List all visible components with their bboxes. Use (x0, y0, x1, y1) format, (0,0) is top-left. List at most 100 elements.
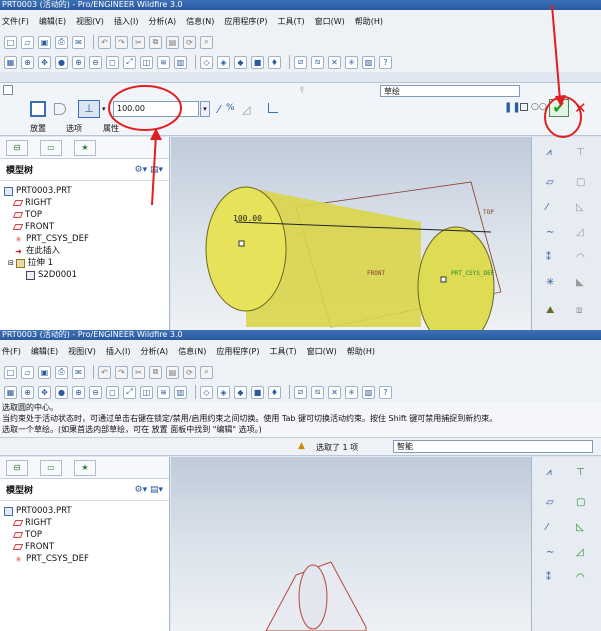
view-toolbar: ▦ ⊕ ✥ ● ⊕ ⊖ ◻ ⤢ ◫ ≋ ▥ ◇ ◈ ◆ ■ ♦ ⧄ ⧅ ✕ ✳ … (0, 382, 601, 402)
sketch-circle (298, 564, 328, 630)
repaint-icon[interactable]: ▦ (4, 385, 17, 399)
annotation-arrow-accept (551, 4, 561, 101)
saved-views-icon[interactable]: ◫ (140, 385, 153, 399)
csys-display-icon[interactable]: ✳ (345, 385, 358, 399)
save-icon[interactable]: ▣ (38, 365, 51, 379)
hidden-line-icon[interactable]: ◈ (217, 385, 230, 399)
undo-icon[interactable]: ↶ (98, 365, 111, 379)
arrowhead-icon (555, 95, 566, 107)
shell-tool-icon[interactable]: ▢ (576, 497, 585, 508)
screenshot-extrude-dashboard: PRT0003 (活动的) - Pro/ENGINEER Wildfire 3.… (0, 0, 601, 330)
annotation-overlay (108, 4, 582, 206)
orient-icon[interactable]: ✥ (38, 385, 51, 399)
datum-point-icon[interactable]: ⁑ (546, 572, 551, 583)
email-icon[interactable]: ✉ (72, 365, 85, 379)
filter-select[interactable]: 智能 (393, 440, 593, 453)
menu-tools[interactable]: 工具(T) (270, 346, 297, 357)
menu-analysis[interactable]: 分析(A) (140, 346, 168, 357)
message-line: 选取一个草绘。(如果首选内部草绘，可在 放置 面板中找到 "编辑" 选项。) (2, 425, 262, 434)
message-area: 选取圆的中心。 当约束处于活动状态时，可通过单击右键在锁定/禁用/启用约束之间切… (0, 402, 601, 438)
annotation-display-icon[interactable]: ▧ (362, 385, 375, 399)
tree-item-right[interactable]: RIGHT (4, 517, 169, 529)
annotation-arrow-depth (151, 133, 157, 206)
round-tool-icon[interactable]: ◠ (576, 572, 585, 583)
toolbar-separator (195, 385, 196, 399)
shaded-icon[interactable]: ■ (251, 385, 264, 399)
selection-status: 选取了 1 项 (316, 443, 359, 452)
zoom-out-icon[interactable]: ⊖ (89, 385, 102, 399)
menu-view[interactable]: 视图(V) (68, 346, 96, 357)
sketch-cylinder-graphic (265, 561, 367, 631)
tree-item-front[interactable]: FRONT (4, 541, 169, 553)
menu-insert[interactable]: 插入(I) (106, 346, 131, 357)
refit-icon[interactable]: ◻ (106, 385, 119, 399)
redo-icon[interactable]: ↷ (115, 365, 128, 379)
sketch-curve-icon[interactable]: ∼ (546, 547, 554, 558)
spin-center-icon[interactable]: ⊕ (21, 385, 34, 399)
message-line: 选取圆的中心。 (2, 403, 58, 412)
wireframe-icon[interactable]: ◇ (200, 385, 213, 399)
paste-icon[interactable]: ▤ (166, 365, 179, 379)
help-icon[interactable]: ? (379, 385, 392, 399)
datum-display-icon[interactable]: ♦ (268, 385, 281, 399)
datum-plane-icon (12, 532, 24, 538)
new-file-icon[interactable]: □ (4, 365, 17, 379)
draft-tool-icon[interactable]: ◿ (576, 547, 584, 558)
copy-icon[interactable]: ⧉ (149, 365, 162, 379)
regenerate-icon[interactable]: ⟳ (183, 365, 196, 379)
menu-info[interactable]: 信息(N) (178, 346, 206, 357)
status-bar: ▲ 选取了 1 项 智能 (0, 438, 601, 456)
toolbar-separator (93, 365, 94, 379)
model-tree-header: 模型树 ⚙▾ ▤▾ (0, 479, 169, 501)
annotation-circle-depth (108, 85, 182, 131)
plane-display-icon[interactable]: ⧄ (294, 385, 307, 399)
find-icon[interactable]: ⌕ (200, 365, 213, 379)
axis-display-icon[interactable]: ⧅ (311, 385, 324, 399)
menu-file[interactable]: 件(F) (2, 346, 21, 357)
toolbar-separator (289, 385, 290, 399)
csys-icon: ✳ (15, 554, 22, 564)
favorites-tab-icon[interactable]: ★ (74, 459, 96, 476)
model-tree-tab-icon[interactable]: ⊟ (6, 459, 28, 476)
datum-plane-icon (12, 520, 24, 526)
tree-item-top[interactable]: TOP (4, 529, 169, 541)
cut-icon[interactable]: ✂ (132, 365, 145, 379)
menu-window[interactable]: 窗口(W) (307, 346, 337, 357)
part-icon (4, 506, 13, 516)
model-tree-panel: ⊟ ▭ ★ 模型树 ⚙▾ ▤▾ PRT0003.PRT RIGHT TOP FR… (0, 457, 170, 631)
datum-plane-tool-icon[interactable]: ⩘ (546, 467, 552, 478)
window-title: PRT0003 (活动的) - Pro/ENGINEER Wildfire 3.… (0, 330, 601, 340)
annotation-circle-accept (544, 96, 582, 138)
zoom-in-icon[interactable]: ⊕ (72, 385, 85, 399)
rib-tool-icon[interactable]: ◺ (576, 522, 584, 533)
curve-tool-icon[interactable]: ⁄ (546, 522, 548, 533)
menu-help[interactable]: 帮助(H) (347, 346, 375, 357)
menu-edit[interactable]: 编辑(E) (31, 346, 58, 357)
menu-applications[interactable]: 应用程序(P) (216, 346, 259, 357)
status-light-icon: ▲ (298, 441, 305, 451)
layers-icon[interactable]: ≋ (157, 385, 170, 399)
tree-item-part[interactable]: PRT0003.PRT (4, 505, 169, 517)
model-tree-title: 模型树 (6, 486, 34, 496)
menu-bar: 件(F) 编辑(E) 视图(V) 插入(I) 分析(A) 信息(N) 应用程序(… (0, 340, 601, 362)
reorient-icon[interactable]: ⤢ (123, 385, 136, 399)
navigator-tabs: ⊟ ▭ ★ (0, 457, 169, 479)
graphics-viewport[interactable] (171, 457, 531, 631)
shading-icon[interactable]: ● (55, 385, 68, 399)
view-manager-icon[interactable]: ▥ (174, 385, 187, 399)
hole-tool-icon[interactable]: ⊤ (576, 467, 585, 478)
folder-browser-tab-icon[interactable]: ▭ (40, 459, 62, 476)
point-display-icon[interactable]: ✕ (328, 385, 341, 399)
print-icon[interactable]: ⎙ (55, 365, 68, 379)
message-line: 当约束处于活动状态时，可通过单击右键在锁定/禁用/启用约束之间切换。使用 Tab… (2, 414, 498, 423)
tree-settings-icon[interactable]: ⚙▾ ▤▾ (135, 485, 163, 495)
datum-plane-icon (12, 544, 24, 550)
open-folder-icon[interactable]: ▱ (21, 365, 34, 379)
tree-item-csys[interactable]: ✳ PRT_CSYS_DEF (4, 553, 169, 565)
standard-toolbar: □ ▱ ▣ ⎙ ✉ ↶ ↷ ✂ ⧉ ▤ ⟳ ⌕ (0, 362, 601, 382)
datum-axis-tool-icon[interactable]: ▱ (546, 497, 554, 508)
screenshot-sketch-select: PRT0003 (活动的) - Pro/ENGINEER Wildfire 3.… (0, 330, 601, 631)
no-hidden-icon[interactable]: ◆ (234, 385, 247, 399)
feature-toolbar: ⩘ ⊤ ▱ ▢ ⁄ ◺ ∼ ◿ ⁑ ◠ (531, 457, 601, 631)
model-tree: PRT0003.PRT RIGHT TOP FRONT ✳ PRT_CSYS_DE… (0, 501, 169, 565)
